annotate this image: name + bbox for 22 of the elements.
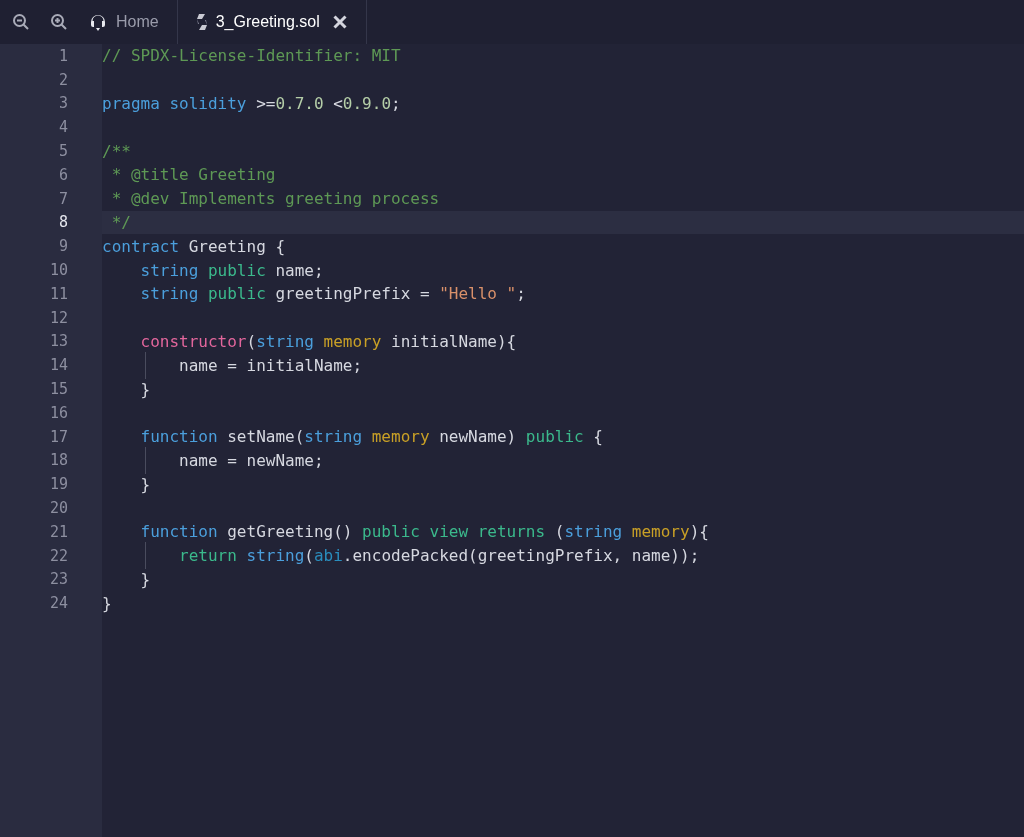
code-line: constructor(string memory initialName){ [139, 331, 517, 351]
code-line: function setName(string memory newName) public { [139, 427, 603, 447]
code-line: pragma solidity >=0.7.0 <0.9.0; [102, 94, 401, 113]
code-line: // SPDX-License-Identifier: MIT [102, 46, 401, 66]
zoom-out-icon[interactable] [12, 13, 30, 31]
code-line: string public greetingPrefix = "Hello "; [139, 284, 526, 304]
code-line: } [139, 474, 151, 494]
code-line: * @dev Implements greeting process [110, 189, 440, 209]
code-line: string public name; [139, 260, 324, 280]
close-icon[interactable] [331, 14, 348, 30]
code-line: * @title Greeting [110, 165, 276, 185]
headset-icon [88, 12, 108, 32]
code-line: contract Greeting { [102, 236, 286, 256]
code-line: /** [102, 141, 131, 161]
editor-tab[interactable]: 3_Greeting.sol [177, 0, 367, 44]
solidity-icon [195, 13, 208, 31]
code-line: */ [110, 212, 131, 232]
code-line: } [139, 379, 151, 399]
code-line: } [139, 569, 151, 589]
code-line: function getGreeting() public view returns (string memory){ [139, 522, 709, 542]
code-line: } [102, 593, 112, 613]
zoom-in-icon[interactable] [50, 13, 68, 31]
